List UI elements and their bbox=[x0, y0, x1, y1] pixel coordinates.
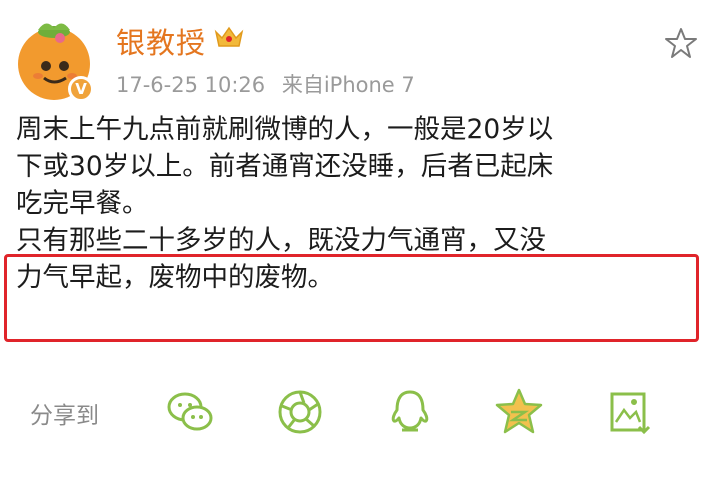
source-label: 来自iPhone 7 bbox=[281, 73, 415, 97]
post-line: 周末上午九点前就刷微博的人，一般是20岁以 bbox=[16, 114, 554, 145]
wechat-icon[interactable] bbox=[164, 386, 216, 438]
verified-badge: V bbox=[68, 76, 94, 102]
timestamp: 17-6-25 10:26 bbox=[116, 73, 266, 97]
crown-icon[interactable] bbox=[214, 24, 244, 50]
qq-icon[interactable] bbox=[384, 386, 436, 438]
post-line: 吃完早餐。 bbox=[16, 188, 149, 219]
post-line: 下或30岁以上。前者通宵还没睡，后者已起床 bbox=[16, 151, 554, 182]
highlight-box bbox=[4, 254, 699, 342]
star-outline-icon[interactable] bbox=[664, 26, 698, 60]
post-meta: 17-6-25 10:26 来自iPhone 7 bbox=[116, 69, 425, 99]
qzone-icon[interactable] bbox=[493, 386, 545, 438]
username[interactable]: 银教授 bbox=[116, 20, 206, 62]
moments-icon[interactable] bbox=[274, 386, 326, 438]
share-label: 分享到 bbox=[30, 403, 99, 429]
save-image-icon[interactable] bbox=[604, 386, 656, 438]
